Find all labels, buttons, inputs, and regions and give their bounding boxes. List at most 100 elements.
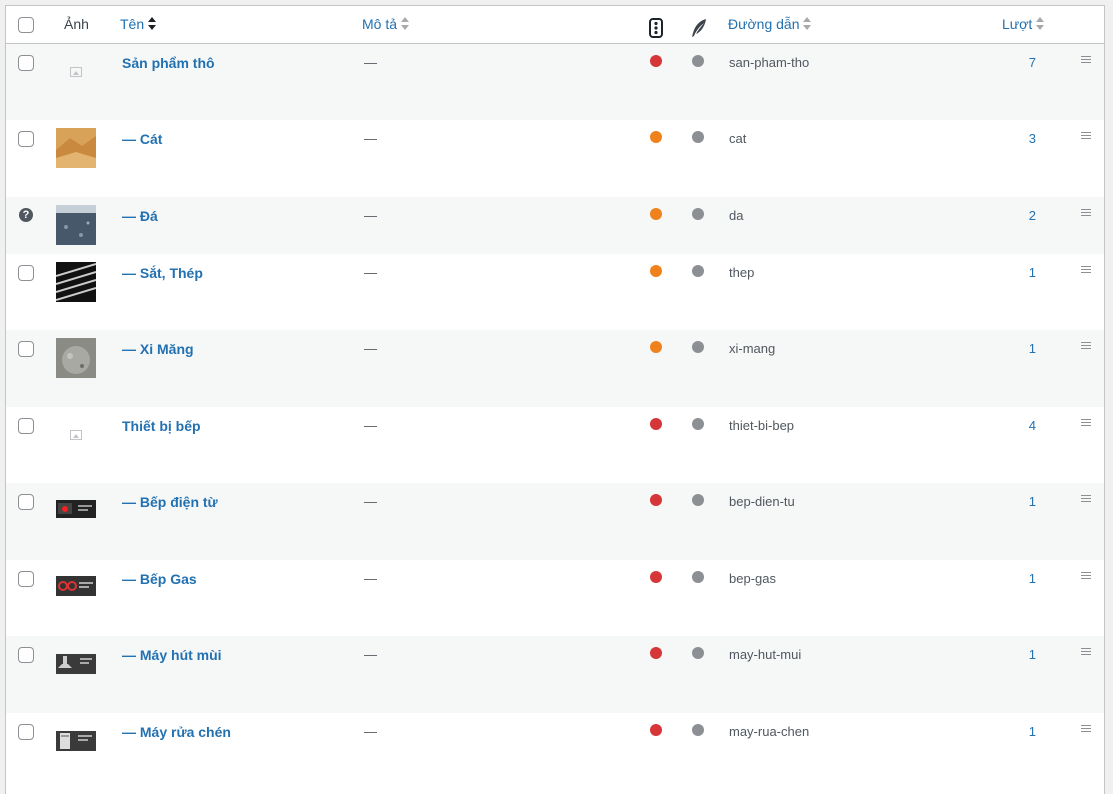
row-checkbox[interactable]	[18, 418, 34, 434]
seo-status-dot	[692, 131, 704, 143]
sort-arrows-icon	[401, 17, 410, 31]
category-slug: thep	[729, 265, 755, 280]
column-count-label: Lượt	[1002, 16, 1033, 32]
row-checkbox[interactable]	[18, 55, 34, 71]
category-description: —	[364, 494, 377, 509]
seo-status-dot	[692, 571, 704, 583]
row-checkbox[interactable]	[18, 647, 34, 663]
category-name-link[interactable]: — Máy rửa chén	[122, 724, 231, 740]
category-thumbnail	[56, 568, 96, 608]
column-image: Ảnh	[64, 16, 89, 32]
table-row: — Bếp Gas — bep-gas 1	[6, 560, 1104, 636]
category-name-link[interactable]: — Sắt, Thép	[122, 265, 203, 281]
column-count[interactable]: Lượt	[1002, 6, 1045, 43]
seo-status-dot	[692, 418, 704, 430]
drag-handle-icon[interactable]	[1081, 495, 1091, 504]
drag-handle-icon[interactable]	[1081, 419, 1091, 428]
category-count-link[interactable]: 7	[1006, 55, 1036, 70]
status-dot	[650, 55, 662, 67]
category-slug: may-hut-mui	[729, 647, 802, 662]
category-description: —	[364, 265, 377, 280]
category-name-link[interactable]: — Bếp Gas	[122, 571, 197, 587]
category-count-link[interactable]: 2	[1006, 208, 1036, 223]
row-checkbox[interactable]	[18, 265, 34, 281]
seo-status-dot	[692, 265, 704, 277]
category-thumbnail	[56, 644, 96, 684]
category-count-link[interactable]: 4	[1006, 418, 1036, 433]
category-description: —	[364, 341, 377, 356]
drag-handle-icon[interactable]	[1081, 56, 1091, 65]
status-dot	[650, 418, 662, 430]
drag-handle-icon[interactable]	[1081, 266, 1091, 275]
category-count-link[interactable]: 1	[1006, 571, 1036, 586]
category-count-link[interactable]: 1	[1006, 647, 1036, 662]
sort-arrows-icon	[803, 17, 812, 31]
row-checkbox[interactable]	[18, 131, 34, 147]
category-slug: cat	[729, 131, 747, 146]
sort-arrows-icon	[1036, 17, 1045, 31]
seo-status-dot	[692, 55, 704, 67]
table-row: — Xi Măng — xi-mang 1	[6, 330, 1104, 407]
category-count-link[interactable]: 1	[1006, 724, 1036, 739]
status-dot	[650, 494, 662, 506]
category-thumbnail	[56, 262, 96, 302]
category-name-link[interactable]: — Máy hút mùi	[122, 647, 222, 663]
table-row: — Sắt, Thép — thep 1	[6, 254, 1104, 330]
category-slug: da	[729, 208, 744, 223]
help-icon[interactable]: ?	[19, 208, 33, 222]
column-slug[interactable]: Đường dẫn	[728, 6, 812, 43]
row-checkbox[interactable]	[18, 571, 34, 587]
column-name[interactable]: Tên	[120, 6, 157, 43]
category-thumbnail	[56, 415, 96, 455]
category-thumbnail	[56, 205, 96, 245]
category-name-link[interactable]: — Bếp điện từ	[122, 494, 218, 510]
drag-handle-icon[interactable]	[1081, 572, 1091, 581]
select-all-checkbox[interactable]	[18, 17, 34, 33]
column-description-label: Mô tả	[362, 16, 398, 32]
drag-handle-icon[interactable]	[1081, 342, 1091, 351]
category-description: —	[364, 724, 377, 739]
row-checkbox[interactable]	[18, 724, 34, 740]
seo-status-dot	[692, 647, 704, 659]
category-name-link[interactable]: — Xi Măng	[122, 341, 194, 357]
table-row: — Cát — cat 3	[6, 120, 1104, 197]
category-description: —	[364, 55, 377, 70]
placeholder-image-icon	[70, 67, 82, 77]
seo-status-dot	[692, 208, 704, 220]
category-count-link[interactable]: 1	[1006, 341, 1036, 356]
category-name-link[interactable]: — Đá	[122, 208, 158, 224]
category-name-link[interactable]: Thiết bị bếp	[122, 418, 201, 434]
column-name-label: Tên	[120, 16, 145, 32]
column-description[interactable]: Mô tả	[362, 6, 410, 43]
category-count-link[interactable]: 1	[1006, 494, 1036, 509]
category-thumbnail	[56, 128, 96, 168]
drag-handle-icon[interactable]	[1081, 209, 1091, 218]
row-checkbox[interactable]	[18, 341, 34, 357]
category-slug: xi-mang	[729, 341, 776, 356]
drag-handle-icon[interactable]	[1081, 132, 1091, 141]
category-thumbnail	[56, 52, 96, 92]
status-dot	[650, 724, 662, 736]
category-slug: may-rua-chen	[729, 724, 810, 739]
table-row: Sản phẩm thô — san-pham-tho 7	[6, 44, 1104, 120]
category-slug: san-pham-tho	[729, 55, 810, 70]
drag-handle-icon[interactable]	[1081, 648, 1091, 657]
category-name-link[interactable]: — Cát	[122, 131, 162, 147]
table-row: — Bếp điện từ — bep-dien-tu 1	[6, 483, 1104, 560]
status-dot	[650, 131, 662, 143]
traffic-light-icon	[649, 15, 663, 38]
category-thumbnail	[56, 721, 96, 761]
category-thumbnail	[56, 491, 96, 531]
category-count-link[interactable]: 1	[1006, 265, 1036, 280]
category-name-link[interactable]: Sản phẩm thô	[122, 55, 215, 71]
drag-handle-icon[interactable]	[1081, 725, 1091, 734]
table-row: ? — Đá — da 2	[6, 197, 1104, 254]
row-checkbox[interactable]	[18, 494, 34, 510]
status-dot	[650, 571, 662, 583]
table-row: Thiết bị bếp — thiet-bi-bep 4	[6, 407, 1104, 483]
category-slug: thiet-bi-bep	[729, 418, 795, 433]
status-dot	[650, 647, 662, 659]
category-count-link[interactable]: 3	[1006, 131, 1036, 146]
table-row: — Máy hút mùi — may-hut-mui 1	[6, 636, 1104, 713]
category-thumbnail	[56, 338, 96, 378]
